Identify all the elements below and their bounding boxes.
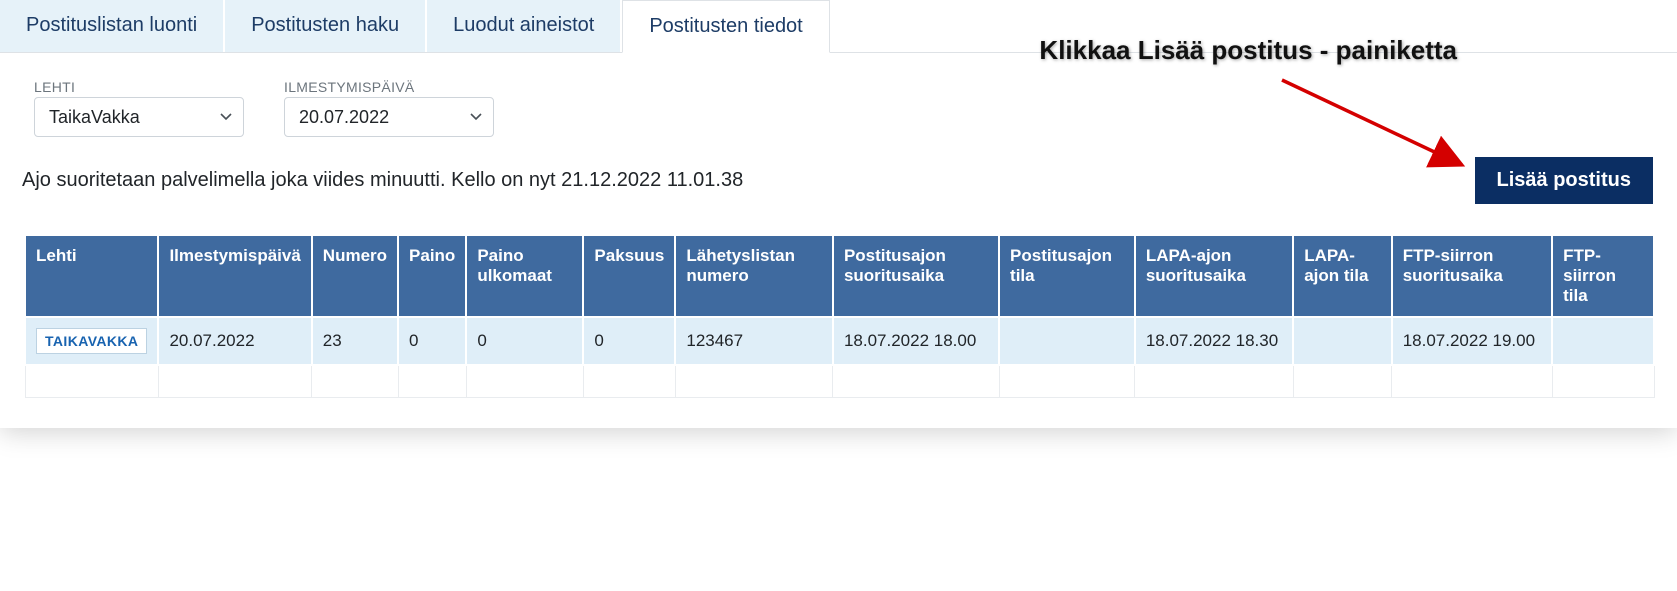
cell-paino-ulkomaat: 0 [466, 317, 583, 365]
th-lehti: Lehti [25, 235, 158, 317]
filters: LEHTI TaikaVakka ILMESTYMISPÄIVÄ 20.07.2… [0, 53, 1677, 145]
cell-lapa-ajon-tila [1293, 317, 1391, 365]
lehti-badge[interactable]: TAIKAVAKKA [36, 328, 147, 354]
status-text: Ajo suoritetaan palvelimella joka viides… [22, 169, 743, 192]
th-paino: Paino [398, 235, 466, 317]
cell-ilmestymispaiva: 20.07.2022 [158, 317, 311, 365]
add-postitus-button[interactable]: Lisää postitus [1475, 157, 1653, 204]
cell-paino: 0 [398, 317, 466, 365]
label-lehti: LEHTI [34, 79, 244, 95]
cell-paksuus: 0 [583, 317, 675, 365]
cell-lahetyslistan-numero: 123467 [675, 317, 833, 365]
cell-numero: 23 [312, 317, 398, 365]
th-ilmestymispaiva: Ilmestymispäivä [158, 235, 311, 317]
th-paino-ulkomaat: Paino ulkomaat [466, 235, 583, 317]
th-lahetyslistan-numero: Lähetyslistan numero [675, 235, 833, 317]
th-paksuus: Paksuus [583, 235, 675, 317]
cell-postitusajon-tila [999, 317, 1135, 365]
page-panel: Postituslistan luonti Postitusten haku L… [0, 0, 1677, 428]
cell-postitusajon-suoritusaika: 18.07.2022 18.00 [833, 317, 999, 365]
field-ilmestymispaiva: ILMESTYMISPÄIVÄ 20.07.2022 [284, 79, 494, 137]
cell-lapa-ajon-suoritusaika: 18.07.2022 18.30 [1135, 317, 1293, 365]
th-lapa-ajon-tila: LAPA-ajon tila [1293, 235, 1391, 317]
cell-ftp-siirron-suoritusaika: 18.07.2022 19.00 [1392, 317, 1552, 365]
th-lapa-ajon-suoritusaika: LAPA-ajon suoritusaika [1135, 235, 1293, 317]
th-postitusajon-suoritusaika: Postitusajon suoritusaika [833, 235, 999, 317]
tab-luodut-aineistot[interactable]: Luodut aineistot [427, 0, 620, 52]
data-table: Lehti Ilmestymispäivä Numero Paino Paino… [24, 234, 1655, 398]
field-lehti: LEHTI TaikaVakka [34, 79, 244, 137]
table-row-empty [25, 365, 1654, 397]
cell-ftp-siirron-tila [1552, 317, 1654, 365]
select-lehti[interactable]: TaikaVakka [34, 97, 244, 137]
tab-postitusten-tiedot[interactable]: Postitusten tiedot [622, 0, 829, 53]
tab-postituslistan-luonti[interactable]: Postituslistan luonti [0, 0, 223, 52]
table-header-row: Lehti Ilmestymispäivä Numero Paino Paino… [25, 235, 1654, 317]
th-ftp-siirron-suoritusaika: FTP-siirron suoritusaika [1392, 235, 1552, 317]
th-ftp-siirron-tila: FTP-siirron tila [1552, 235, 1654, 317]
callout-annotation: Klikkaa Lisää postitus - painiketta [1039, 35, 1457, 66]
th-numero: Numero [312, 235, 398, 317]
tab-postitusten-haku[interactable]: Postitusten haku [225, 0, 425, 52]
table-row[interactable]: TAIKAVAKKA 20.07.2022 23 0 0 0 123467 18… [25, 317, 1654, 365]
select-ilmestymispaiva[interactable]: 20.07.2022 [284, 97, 494, 137]
label-ilmestymispaiva: ILMESTYMISPÄIVÄ [284, 79, 494, 95]
th-postitusajon-tila: Postitusajon tila [999, 235, 1135, 317]
status-row: Ajo suoritetaan palvelimella joka viides… [0, 145, 1677, 214]
